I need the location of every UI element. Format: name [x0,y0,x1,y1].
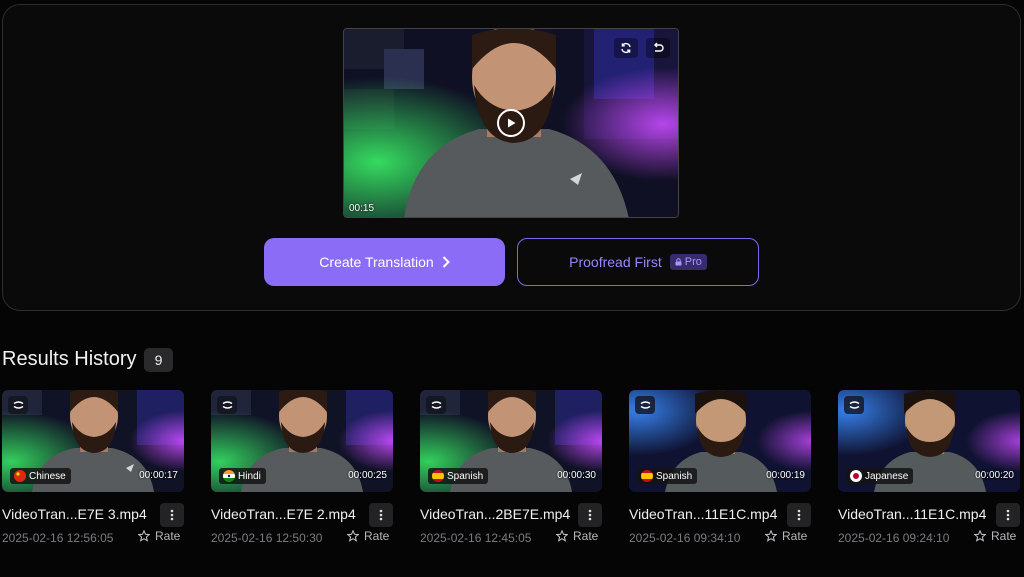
language-badge: Spanish [637,468,698,484]
preview-controls [614,38,670,58]
more-vertical-icon [379,509,383,521]
refresh-button[interactable] [614,38,638,58]
japan-flag-icon [850,470,862,482]
more-options-button[interactable] [996,503,1020,527]
rate-button[interactable]: Rate [765,529,807,543]
result-card: Spanish 00:00:19 VideoTran...11E1C.mp4 2… [629,390,811,545]
rate-label: Rate [991,529,1017,543]
india-flag-icon [223,470,235,482]
duration-label: 00:00:19 [766,470,805,481]
duration-label: 00:00:30 [557,470,596,481]
spain-flag-icon [432,470,444,482]
dubbing-icon [217,396,237,414]
duration-label: 00:00:17 [139,470,178,481]
rate-label: Rate [155,529,181,543]
more-options-button[interactable] [160,503,184,527]
file-name: VideoTran...2BE7E.mp4 [420,506,571,522]
result-thumbnail[interactable]: Chinese 00:00:17 [2,390,184,492]
language-label: Spanish [656,470,693,482]
result-card: Chinese 00:00:17 VideoTran...E7E 3.mp4 2… [2,390,184,545]
pro-badge: Pro [669,254,707,270]
dubbing-icon [426,396,446,414]
results-history-title: Results History [2,348,137,370]
rate-label: Rate [782,529,808,543]
duration-label: 00:00:25 [348,470,387,481]
more-options-button[interactable] [369,503,393,527]
proofread-first-label: Proofread First [569,254,662,270]
refresh-icon [621,42,631,54]
language-badge: Chinese [10,468,71,484]
star-icon [347,530,359,542]
more-options-button[interactable] [787,503,811,527]
rate-button[interactable]: Rate [556,529,598,543]
video-preview[interactable]: 00:15 [343,28,679,218]
result-card: Hindi 00:00:25 VideoTran...E7E 2.mp4 202… [211,390,393,545]
star-icon [556,530,568,542]
language-label: Hindi [238,470,261,482]
rate-button[interactable]: Rate [138,529,180,543]
dubbing-icon [8,396,28,414]
pro-label: Pro [684,256,702,268]
lock-icon [675,258,682,266]
star-icon [138,530,150,542]
created-date: 2025-02-16 09:24:10 [838,531,950,545]
result-thumbnail[interactable]: Hindi 00:00:25 [211,390,393,492]
language-label: Chinese [29,470,66,482]
result-card: Spanish 00:00:30 VideoTran...2BE7E.mp4 2… [420,390,602,545]
language-badge: Hindi [219,468,266,484]
more-vertical-icon [1006,509,1010,521]
more-options-button[interactable] [578,503,602,527]
dubbing-icon [635,396,655,414]
chevron-right-icon [442,256,450,268]
play-icon [508,118,516,128]
created-date: 2025-02-16 12:56:05 [2,531,114,545]
create-translation-button[interactable]: Create Translation [264,238,505,286]
rate-button[interactable]: Rate [974,529,1016,543]
rate-label: Rate [573,529,599,543]
more-vertical-icon [588,509,592,521]
language-badge: Japanese [846,468,914,484]
duration-label: 00:00:20 [975,470,1014,481]
star-icon [765,530,777,542]
rate-button[interactable]: Rate [347,529,389,543]
proofread-first-button[interactable]: Proofread First Pro [517,238,759,286]
undo-icon [654,42,664,52]
spain-flag-icon [641,470,653,482]
undo-button[interactable] [646,38,670,58]
result-thumbnail[interactable]: Spanish 00:00:30 [420,390,602,492]
file-name: VideoTran...E7E 2.mp4 [211,506,356,522]
preview-timestamp: 00:15 [349,203,375,214]
rate-label: Rate [364,529,390,543]
created-date: 2025-02-16 12:45:05 [420,531,532,545]
result-thumbnail[interactable]: Japanese 00:00:20 [838,390,1020,492]
china-flag-icon [14,470,26,482]
language-badge: Spanish [428,468,489,484]
more-vertical-icon [170,509,174,521]
more-vertical-icon [797,509,801,521]
file-name: VideoTran...E7E 3.mp4 [2,506,147,522]
file-name: VideoTran...11E1C.mp4 [629,506,778,522]
result-thumbnail[interactable]: Spanish 00:00:19 [629,390,811,492]
result-card: Japanese 00:00:20 VideoTran...11E1C.mp4 … [838,390,1020,545]
file-name: VideoTran...11E1C.mp4 [838,506,987,522]
dubbing-icon [844,396,864,414]
play-button[interactable] [497,109,525,137]
created-date: 2025-02-16 12:50:30 [211,531,323,545]
created-date: 2025-02-16 09:34:10 [629,531,741,545]
language-label: Spanish [447,470,484,482]
language-label: Japanese [865,470,909,482]
results-count-badge: 9 [144,348,173,372]
star-icon [974,530,986,542]
create-translation-label: Create Translation [319,254,434,270]
